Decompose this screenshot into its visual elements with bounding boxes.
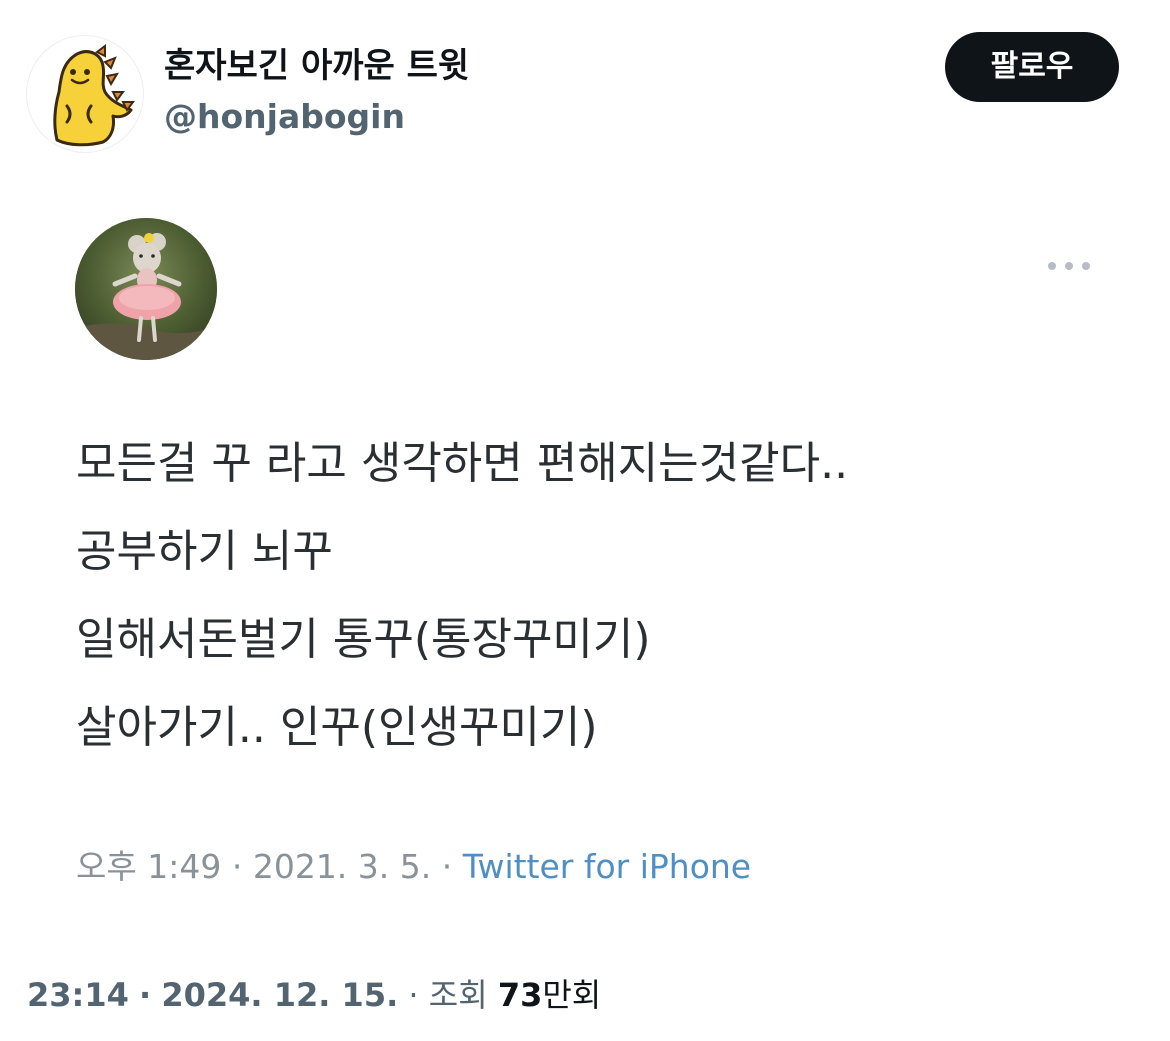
embedded-tweet-image: 모든걸 꾸 라고 생각하면 편해지는것같다.. 공부하기 뇌꾸 일해서돈벌기 통… (0, 190, 1170, 910)
more-dot (1065, 262, 1073, 270)
more-dot (1082, 262, 1090, 270)
post-date[interactable]: 2024. 12. 15. (161, 976, 398, 1014)
more-dot (1048, 262, 1056, 270)
meta-separator: · (231, 847, 243, 886)
more-options-icon[interactable] (1046, 258, 1092, 274)
views-label: 조회 (428, 976, 488, 1014)
mouse-ballerina-avatar-icon (75, 218, 217, 360)
embedded-tweet-text: 모든걸 꾸 라고 생각하면 편해지는것같다.. 공부하기 뇌꾸 일해서돈벌기 통… (76, 420, 1136, 772)
views-count: 73 (497, 976, 543, 1014)
tweet-footer-meta: 23:14 · 2024. 12. 15. · 조회 73만회 (27, 973, 601, 1017)
user-handle[interactable]: @honjabogin (164, 95, 405, 139)
source-link[interactable]: Twitter for iPhone (463, 847, 751, 886)
follow-button[interactable]: 팔로우 (945, 32, 1119, 102)
embedded-time: 오후 1:49 (76, 847, 222, 886)
meta-separator: · (408, 976, 419, 1014)
embedded-date: 2021. 3. 5. (252, 847, 432, 886)
meta-separator: · (139, 976, 152, 1014)
yellow-dinosaur-avatar-icon (53, 44, 135, 147)
embedded-avatar (75, 218, 217, 360)
meta-separator: · (441, 847, 453, 886)
tweet-text-line: 일해서돈벌기 통꾸(통장꾸미기) (76, 614, 651, 665)
tweet-text-line: 공부하기 뇌꾸 (76, 526, 333, 577)
tweet-text-line: 모든걸 꾸 라고 생각하면 편해지는것같다.. (76, 438, 849, 489)
views-unit: 만회 (542, 976, 602, 1014)
display-name[interactable]: 혼자보긴 아까운 트윗 (164, 44, 469, 88)
tweet-text-line: 살아가기.. 인꾸(인생꾸미기) (76, 702, 598, 753)
profile-avatar[interactable] (26, 35, 144, 153)
embedded-tweet-meta: 오후 1:49 · 2021. 3. 5. · Twitter for iPho… (76, 845, 751, 889)
tweet-header: 혼자보긴 아까운 트윗 @honjabogin 팔로우 (0, 0, 1170, 160)
post-time[interactable]: 23:14 (27, 976, 129, 1014)
